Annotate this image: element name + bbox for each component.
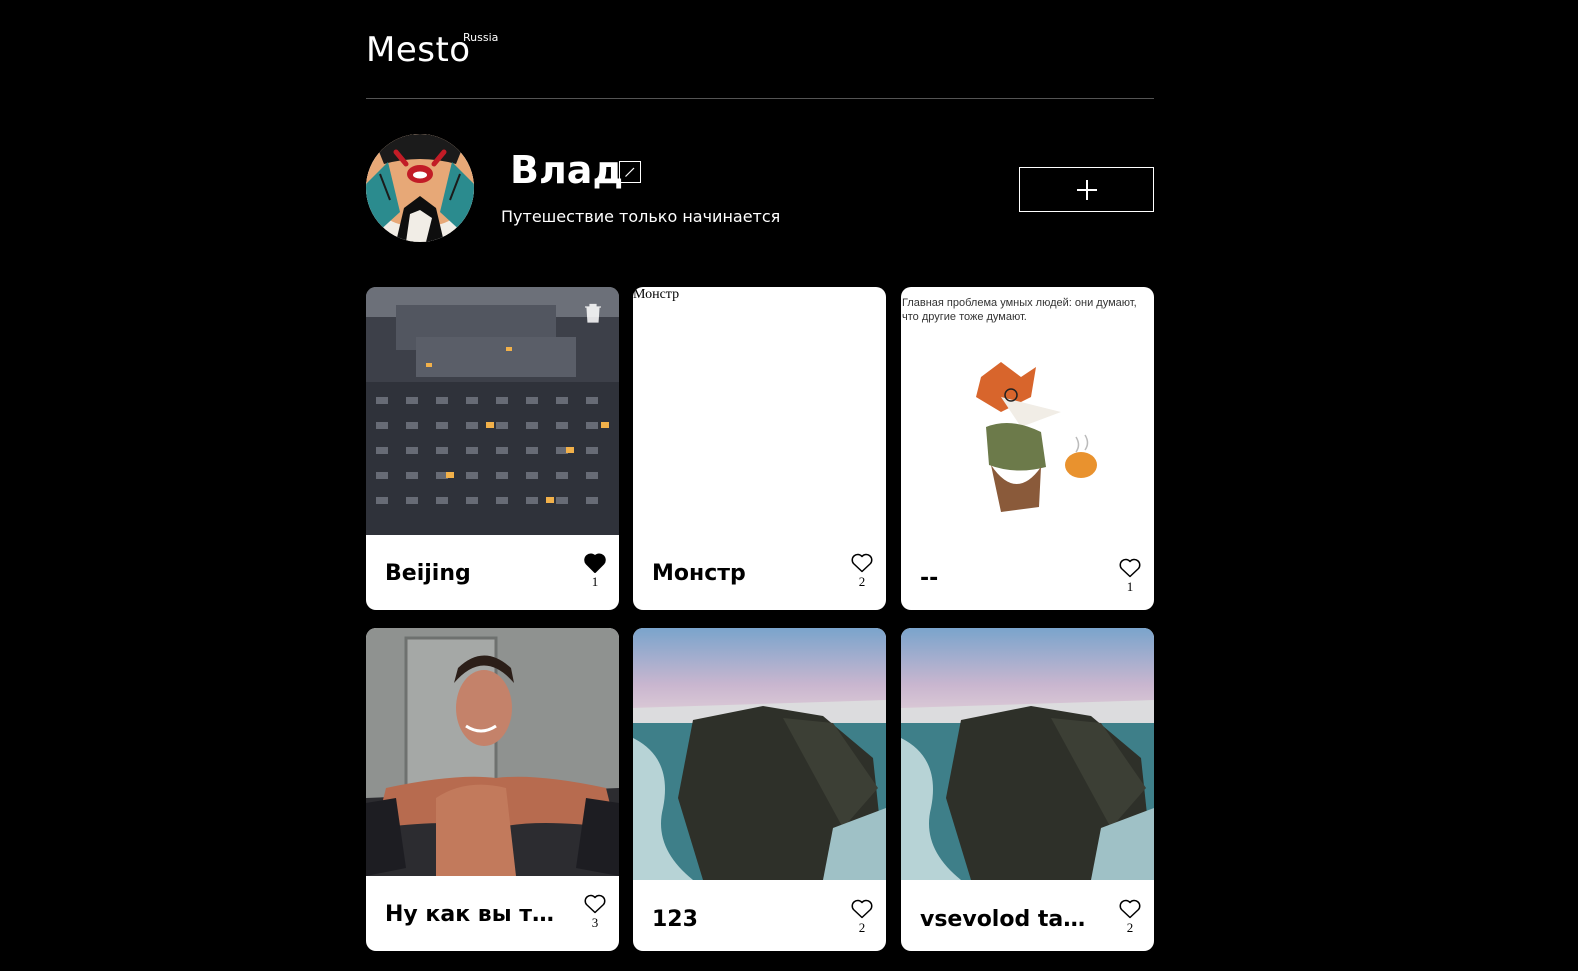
like-group: 3	[580, 894, 610, 931]
heart-icon[interactable]	[851, 899, 873, 919]
like-count: 2	[1126, 920, 1134, 935]
like-group: 1	[580, 553, 610, 590]
like-count: 2	[858, 920, 866, 935]
card-title: 123	[652, 907, 698, 932]
like-group: 2	[847, 899, 877, 936]
card: Beijing 1	[366, 287, 619, 610]
like-group: 2	[1115, 899, 1145, 936]
card-title: Ну как вы там?	[385, 902, 555, 927]
logo-region: Russia	[463, 31, 499, 44]
plus-icon	[1077, 180, 1097, 200]
header: Mesto Russia	[366, 0, 1154, 99]
heart-icon[interactable]	[851, 553, 873, 573]
logo: Mesto	[366, 30, 471, 70]
profile-name: Влад	[510, 148, 624, 192]
like-count: 1	[1126, 579, 1134, 594]
edit-profile-button[interactable]	[619, 161, 641, 183]
profile-about: Путешествие только начинается	[501, 207, 781, 226]
broken-image-alt: Монстр	[633, 287, 680, 302]
card-image[interactable]	[633, 628, 886, 880]
trash-icon[interactable]	[584, 303, 602, 323]
like-count: 2	[858, 574, 866, 589]
card-title: --	[920, 566, 939, 591]
card-image[interactable]	[366, 628, 619, 876]
like-count: 3	[591, 915, 599, 930]
card: 123 2	[633, 628, 886, 951]
like-group: 2	[847, 553, 877, 590]
avatar[interactable]	[366, 134, 474, 242]
card-image[interactable]: Монстр	[633, 287, 886, 535]
add-card-button[interactable]	[1019, 167, 1154, 212]
card-title: Beijing	[385, 561, 471, 586]
card-title: Монстр	[652, 561, 746, 586]
card-title: vsevolod tarkovsky	[920, 907, 1090, 932]
heart-icon[interactable]	[1119, 899, 1141, 919]
card: Главная проблема умных людей: они думают…	[901, 287, 1154, 610]
like-group: 1	[1115, 558, 1145, 595]
card: vsevolod tarkovsky 2	[901, 628, 1154, 951]
card: Монстр Монстр 2	[633, 287, 886, 610]
card-image[interactable]	[901, 628, 1154, 880]
page: Mesto Russia Влад Путешествие только нач…	[366, 0, 1154, 971]
heart-icon[interactable]	[584, 894, 606, 914]
pencil-icon	[625, 167, 635, 177]
heart-icon[interactable]	[584, 553, 606, 573]
heart-icon[interactable]	[1119, 558, 1141, 578]
card: Ну как вы там? 3	[366, 628, 619, 951]
like-count: 1	[591, 574, 599, 589]
card-image[interactable]: Главная проблема умных людей: они думают…	[901, 287, 1154, 539]
card-image[interactable]	[366, 287, 619, 535]
